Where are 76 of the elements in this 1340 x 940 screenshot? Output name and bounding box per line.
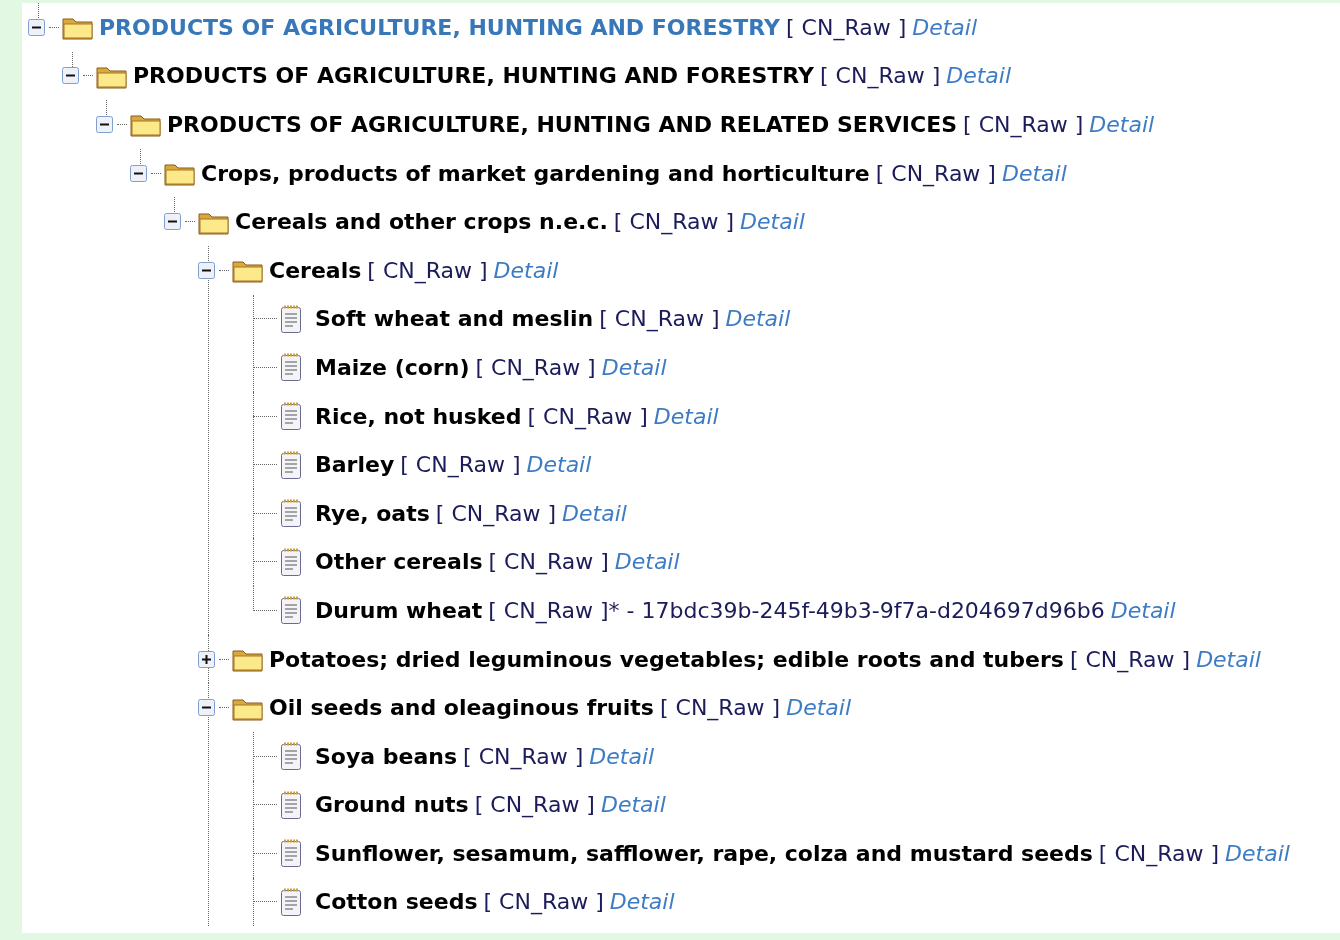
node-label[interactable]: Cereals and other crops n.e.c. <box>235 205 608 239</box>
source-tag: [ CN_Raw ] <box>659 691 781 725</box>
detail-link[interactable]: Detail <box>600 788 666 822</box>
document-icon <box>279 352 303 383</box>
minus-icon[interactable] <box>198 699 215 717</box>
detail-link[interactable]: Detail <box>740 205 805 239</box>
node-label[interactable]: Soft wheat and meslin <box>315 302 594 336</box>
source-tag: [ CN_Raw ]* - 17bdc39b-245f-49b3-9f7a-d204697d96b6 <box>488 593 1105 627</box>
source-tag: [ CN_Raw ] <box>820 59 941 93</box>
node-label[interactable]: Oil seeds and oleaginous fruits <box>269 691 654 725</box>
detail-link[interactable]: Detail <box>1110 593 1176 627</box>
node-label[interactable]: Other cereals <box>315 545 483 579</box>
node-label[interactable]: Soya beans <box>315 739 458 773</box>
node-label[interactable]: Rice, not husked <box>315 399 522 433</box>
detail-link[interactable]: Detail <box>1225 836 1290 870</box>
node-label[interactable]: Cereals <box>269 253 362 287</box>
detail-link[interactable]: Detail <box>725 302 791 336</box>
node-label[interactable]: PRODUCTS OF AGRICULTURE, HUNTING AND RELATED SERVICES <box>167 108 958 141</box>
source-tag: [ CN_Raw ] <box>483 885 604 919</box>
detail-link[interactable]: Detail <box>912 10 978 44</box>
document-icon <box>279 449 303 480</box>
source-tag: [ CN_Raw ] <box>475 350 596 384</box>
node-label[interactable]: Durum wheat <box>315 593 483 627</box>
document-icon <box>279 595 303 626</box>
detail-link[interactable]: Detail <box>653 399 719 433</box>
minus-icon[interactable] <box>96 116 113 133</box>
document-icon <box>279 887 303 917</box>
detail-link[interactable]: Detail <box>589 739 655 773</box>
node-label[interactable]: Maize (corn) <box>315 350 470 384</box>
node-label[interactable]: Barley <box>315 448 395 482</box>
source-tag: [ CN_Raw ] <box>463 739 584 773</box>
minus-icon[interactable] <box>62 67 79 85</box>
detail-link[interactable]: Detail <box>493 253 559 287</box>
document-icon <box>279 546 303 577</box>
document-icon <box>279 498 303 529</box>
source-tag: [ CN_Raw ] <box>613 205 735 239</box>
minus-icon[interactable] <box>28 18 45 36</box>
source-tag: [ CN_Raw ] <box>875 156 996 190</box>
source-tag: [ CN_Raw ] <box>367 253 488 287</box>
source-tag: [ CN_Raw ] <box>599 302 720 336</box>
source-tag: [ CN_Raw ] <box>1069 642 1191 676</box>
source-tag: [ CN_Raw ] <box>1098 836 1220 870</box>
detail-link[interactable]: Detail <box>601 350 667 384</box>
node-label[interactable]: Rye, oats <box>315 496 430 530</box>
detail-link[interactable]: Detail <box>526 448 592 482</box>
node-label[interactable]: Potatoes; dried leguminous vegetables; edible roots and tubers <box>269 642 1064 676</box>
detail-link[interactable]: Detail <box>1196 642 1261 676</box>
detail-link[interactable]: Detail <box>614 545 680 579</box>
source-tag: [ CN_Raw ] <box>786 10 907 44</box>
detail-link[interactable]: Detail <box>946 59 1012 93</box>
document-icon <box>279 401 303 432</box>
node-label[interactable]: Crops, products of market gardening and horticulture <box>201 156 870 190</box>
minus-icon[interactable] <box>198 261 215 279</box>
document-icon <box>279 741 303 772</box>
plus-icon[interactable] <box>198 650 215 668</box>
source-tag: [ CN_Raw ] <box>474 788 595 822</box>
node-label[interactable]: PRODUCTS OF AGRICULTURE, HUNTING AND FORESTRY <box>99 10 780 44</box>
document-icon <box>279 303 303 334</box>
node-label[interactable]: PRODUCTS OF AGRICULTURE, HUNTING AND FORESTRY <box>133 59 814 93</box>
source-tag: [ CN_Raw ] <box>963 108 1084 141</box>
detail-link[interactable]: Detail <box>786 691 851 725</box>
detail-link[interactable]: Detail <box>1001 156 1067 190</box>
source-tag: [ CN_Raw ] <box>527 399 648 433</box>
detail-link[interactable]: Detail <box>562 496 627 530</box>
detail-link[interactable]: Detail <box>609 885 675 919</box>
node-label[interactable]: Cotton seeds <box>315 885 478 919</box>
detail-link[interactable]: Detail <box>1089 108 1155 141</box>
document-icon <box>279 838 303 869</box>
minus-icon[interactable] <box>164 213 181 231</box>
minus-icon[interactable] <box>130 164 147 182</box>
source-tag: [ CN_Raw ] <box>488 545 609 579</box>
node-label[interactable]: Ground nuts <box>315 788 469 822</box>
node-label[interactable]: Sunflower, sesamum, safflower, rape, colza and mustard seeds <box>315 836 1093 870</box>
document-icon <box>279 789 303 820</box>
source-tag: [ CN_Raw ] <box>400 448 521 482</box>
source-tag: [ CN_Raw ] <box>435 496 557 530</box>
